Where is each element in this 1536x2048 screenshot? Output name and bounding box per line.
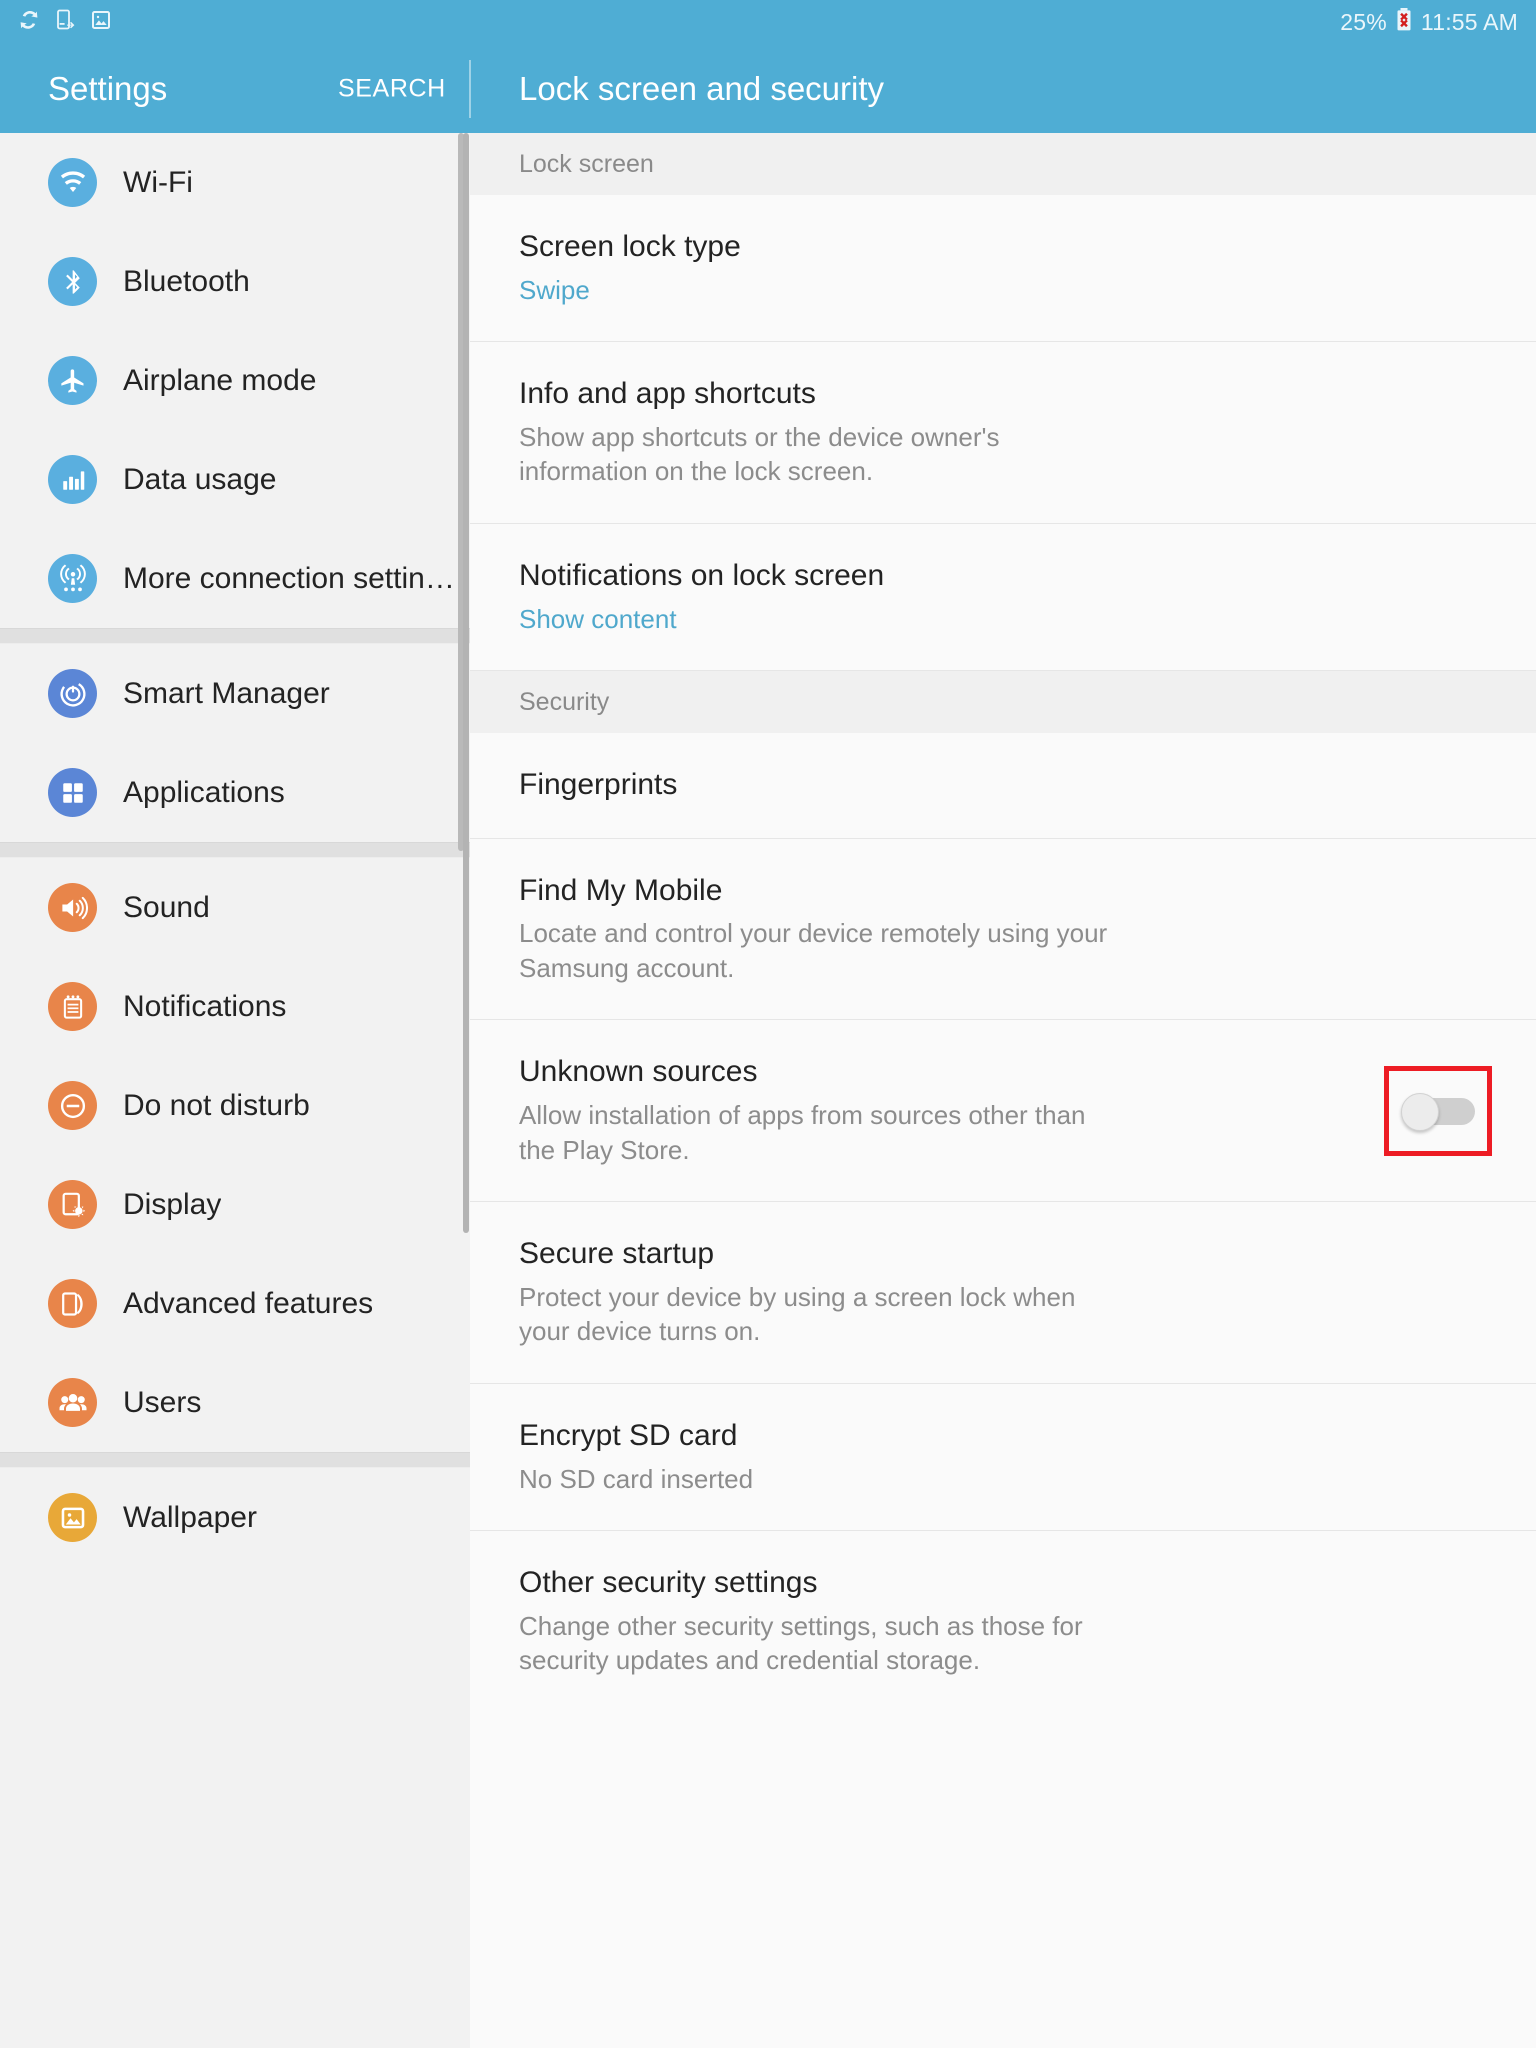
device-transfer-icon (54, 8, 76, 37)
sidebar-item-bluetooth[interactable]: Bluetooth (0, 232, 470, 331)
settings-sidebar[interactable]: Wi-Fi Bluetooth Airplane mode Data usage Mor… (0, 133, 470, 2048)
setting-row-fingerprints[interactable]: Fingerprints (470, 733, 1536, 839)
setting-row-title: Notifications on lock screen (519, 558, 885, 592)
unknown-sources-toggle[interactable] (1401, 1092, 1475, 1131)
sidebar-item-data-usage[interactable]: Data usage (0, 430, 470, 529)
page-title: Settings (48, 69, 168, 107)
detail-page-title: Lock screen and security (519, 69, 885, 107)
sidebar-item-advanced-features[interactable]: Advanced features (0, 1254, 470, 1353)
setting-row-description: No SD card inserted (519, 1463, 754, 1494)
sidebar-item-label: Bluetooth (123, 264, 250, 298)
setting-row-title: Screen lock type (519, 230, 741, 263)
sidebar-item-label: Notifications (123, 989, 287, 1023)
setting-row-title: Fingerprints (519, 768, 678, 802)
sidebar-item-label: More connection settin… (123, 561, 455, 595)
bluetooth-icon (48, 257, 97, 306)
sidebar-item-smart-manager[interactable]: Smart Manager (0, 644, 470, 743)
setting-row-notifications-on-lock-screen[interactable]: Notifications on lock screen Show content (470, 524, 1536, 672)
setting-row-find-my-mobile[interactable]: Find My Mobile Locate and control your de… (470, 839, 1536, 1021)
wifi-icon (48, 158, 97, 207)
display-brightness-icon (48, 1180, 97, 1229)
setting-row-description: Protect your device by using a screen lo… (519, 1281, 1076, 1347)
sidebar-item-more-connection-settin[interactable]: More connection settin… (0, 529, 470, 628)
sidebar-group-separator (0, 628, 470, 644)
users-icon (48, 1378, 97, 1427)
app-bar-left: Settings SEARCH (0, 44, 471, 133)
search-button[interactable]: SEARCH (338, 74, 446, 103)
setting-row-description: Show app shortcuts or the device owner's… (519, 421, 1000, 487)
sidebar-item-notifications[interactable]: Notifications (0, 957, 470, 1056)
sidebar-item-display[interactable]: Display (0, 1155, 470, 1254)
app-bar: Settings SEARCH Lock screen and security (0, 44, 1536, 133)
wallpaper-image-icon (48, 1493, 97, 1542)
airplane-icon (48, 356, 97, 405)
setting-row-title: Other security settings (519, 1566, 818, 1600)
sidebar-item-label: Smart Manager (123, 676, 330, 710)
setting-row-title: Secure startup (519, 1237, 715, 1271)
sidebar-item-users[interactable]: Users (0, 1353, 470, 1452)
speaker-icon (48, 883, 97, 932)
setting-row-secure-startup[interactable]: Secure startup Protect your device by usi… (470, 1202, 1536, 1384)
sidebar-item-label: Wallpaper (123, 1500, 257, 1534)
sidebar-item-airplane-mode[interactable]: Airplane mode (0, 331, 470, 430)
setting-row-title: Info and app shortcuts (519, 377, 816, 411)
setting-row-title: Unknown sources (519, 1055, 758, 1089)
battery-error-icon (1395, 7, 1413, 38)
unknown-sources-toggle-highlight (1384, 1065, 1492, 1156)
sidebar-item-label: Applications (123, 775, 285, 809)
sidebar-item-label: Sound (123, 890, 210, 924)
sidebar-item-label: Wi-Fi (123, 165, 193, 199)
advanced-features-icon (48, 1279, 97, 1328)
section-header: Lock screen (470, 133, 1536, 195)
sidebar-item-do-not-disturb[interactable]: Do not disturb (0, 1056, 470, 1155)
sidebar-item-wallpaper[interactable]: Wallpaper (0, 1468, 470, 1567)
setting-row-title: Find My Mobile (519, 873, 723, 907)
setting-row-description: Locate and control your device remotely … (519, 918, 1108, 983)
status-bar-icons (18, 8, 112, 37)
content-scrollbar[interactable] (463, 133, 469, 1233)
sidebar-item-sound[interactable]: Sound (0, 858, 470, 957)
sidebar-item-label: Users (123, 1385, 202, 1419)
app-bar-divider (469, 60, 471, 118)
status-bar-right: 25% 11:55 AM (1340, 7, 1518, 38)
bar-chart-icon (48, 455, 97, 504)
grid-apps-icon (48, 768, 97, 817)
setting-row-description: Allow installation of apps from sources … (519, 1100, 1086, 1165)
sidebar-item-label: Display (123, 1187, 222, 1221)
battery-percent-label: 25% (1340, 8, 1387, 35)
broadcast-tower-icon (48, 554, 97, 603)
sidebar-group-separator (0, 1452, 470, 1468)
sidebar-item-label: Advanced features (123, 1286, 374, 1320)
section-header: Security (470, 671, 1536, 734)
setting-row-info-and-app-shortcuts[interactable]: Info and app shortcuts Show app shortcuts… (470, 342, 1536, 524)
do-not-disturb-icon (48, 1081, 97, 1130)
sidebar-item-applications[interactable]: Applications (0, 743, 470, 842)
sidebar-group-separator (0, 842, 470, 858)
screenshot-image-icon (90, 8, 112, 37)
status-bar: 25% 11:55 AM (0, 0, 1536, 44)
sidebar-item-label: Data usage (123, 462, 277, 496)
setting-row-value: Show content (519, 603, 677, 634)
notification-card-icon (48, 982, 97, 1031)
setting-row-other-security-settings[interactable]: Other security settings Change other secu… (470, 1531, 1536, 1712)
sidebar-item-label: Do not disturb (123, 1088, 310, 1122)
detail-content-panel[interactable]: Lock screen Screen lock type Swipe Info and… (470, 133, 1536, 2048)
setting-row-screen-lock-type[interactable]: Screen lock type Swipe (470, 195, 1536, 343)
sidebar-item-wi-fi[interactable]: Wi-Fi (0, 133, 470, 232)
toggle-knob[interactable] (1401, 1092, 1439, 1131)
setting-row-title: Encrypt SD card (519, 1418, 738, 1452)
setting-row-description: Change other security settings, such as … (519, 1610, 1083, 1676)
clock-label: 11:55 AM (1420, 8, 1518, 35)
settings-screen: 25% 11:55 AM Settings SEARCH Lock screen… (0, 0, 1536, 2048)
setting-row-value: Swipe (519, 274, 590, 305)
smart-manager-icon (48, 669, 97, 718)
app-bar-right: Lock screen and security (470, 70, 1536, 108)
setting-row-unknown-sources[interactable]: Unknown sources Allow installation of app… (470, 1020, 1536, 1203)
sidebar-item-label: Airplane mode (123, 363, 317, 397)
setting-row-encrypt-sd-card[interactable]: Encrypt SD card No SD card inserted (470, 1384, 1536, 1532)
samsung-sync-icon (18, 8, 40, 37)
